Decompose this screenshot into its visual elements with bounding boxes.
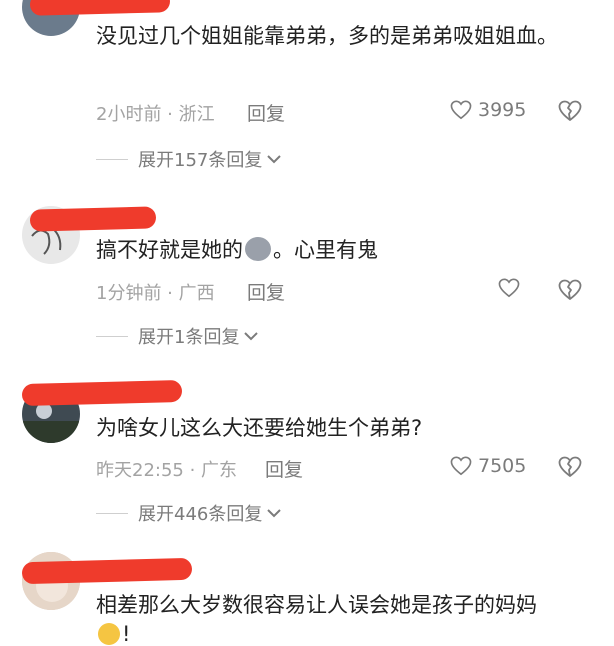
like-count: 7505 (478, 455, 527, 477)
username-redaction (29, 0, 171, 16)
like-count: 3995 (478, 99, 527, 121)
reply-button[interactable]: 回复 (247, 99, 285, 126)
divider-line (96, 335, 128, 337)
dislike-button[interactable] (558, 456, 582, 482)
comment-time-location: 2小时前 · 浙江 (96, 104, 215, 125)
like-button[interactable]: 3995 (450, 99, 526, 121)
chevron-down-icon (267, 155, 282, 164)
expand-replies[interactable]: 展开1条回复 (96, 323, 259, 349)
comment-text-part: 搞不好就是她的 (96, 238, 243, 262)
divider-line (96, 512, 128, 514)
heart-outline-icon (498, 278, 520, 298)
divider-line (96, 158, 128, 160)
reply-button[interactable]: 回复 (265, 455, 303, 482)
chevron-down-icon (244, 332, 259, 341)
expand-replies-label: 展开157条回复 (138, 150, 263, 171)
like-button[interactable]: 7505 (450, 455, 526, 477)
reply-button[interactable]: 回复 (247, 278, 285, 305)
broken-heart-icon (558, 456, 582, 477)
cat-emoji-icon (245, 237, 271, 261)
comment-text: 搞不好就是她的 。心里有鬼 (96, 233, 586, 267)
chevron-down-icon (267, 509, 282, 518)
comment-text: 没见过几个姐姐能靠弟弟，多的是弟弟吸姐姐血。 (96, 24, 558, 48)
expand-replies[interactable]: 展开446条回复 (96, 500, 282, 526)
comment-time-location: 昨天22:55 · 广东 (96, 460, 238, 481)
expand-replies[interactable]: 展开157条回复 (96, 146, 282, 172)
expand-replies-label: 展开1条回复 (138, 327, 240, 348)
username-redaction (21, 557, 193, 585)
face-emoji-icon (98, 623, 120, 645)
comment-text-continued: ! (96, 622, 130, 646)
expand-replies-label: 展开446条回复 (138, 504, 263, 525)
dislike-button[interactable] (558, 279, 582, 305)
comment-text-part: ! (122, 622, 131, 646)
dislike-button[interactable] (558, 100, 582, 126)
comment-time-location: 1分钟前 · 广西 (96, 283, 215, 304)
comment-text: 相差那么大岁数很容易让人误会她是孩子的妈妈 (96, 593, 537, 617)
heart-outline-icon (450, 456, 472, 476)
username-redaction (29, 206, 157, 232)
username-redaction (21, 379, 183, 407)
like-button[interactable] (498, 278, 526, 298)
broken-heart-icon (558, 100, 582, 121)
broken-heart-icon (558, 279, 582, 300)
comment-text: 为啥女儿这么大还要给她生个弟弟? (96, 416, 423, 440)
heart-outline-icon (450, 100, 472, 120)
comment-text-part: 。心里有鬼 (273, 238, 378, 262)
